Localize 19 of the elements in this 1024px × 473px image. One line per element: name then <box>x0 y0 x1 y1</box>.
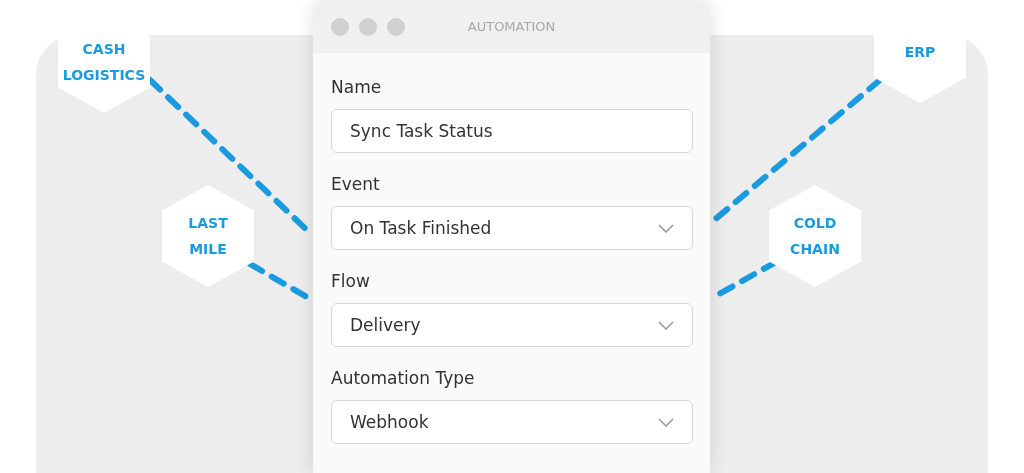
window-control-icon[interactable] <box>359 17 377 36</box>
field-label: Flow <box>331 271 370 291</box>
input-field[interactable]: Sync Task Status <box>331 109 693 153</box>
chevron-down-icon <box>658 320 674 330</box>
chevron-down-icon <box>658 417 674 427</box>
field-label: Name <box>331 77 382 97</box>
dropdown-field[interactable]: On Task Finished <box>331 206 693 250</box>
window-control-icon[interactable] <box>387 17 405 36</box>
node-label: ERP <box>904 43 936 62</box>
window-control-icon[interactable] <box>331 17 349 36</box>
field-label: Automation Type <box>331 368 475 388</box>
chevron-down-icon <box>658 223 674 233</box>
dropdown-field[interactable]: Delivery <box>331 303 693 347</box>
dropdown-field[interactable]: Webhook <box>331 400 693 444</box>
window-title: AUTOMATION <box>466 19 557 34</box>
node-label: COLD CHAIN <box>790 214 840 259</box>
node-label: LAST MILE <box>188 214 228 259</box>
field-label: Event <box>331 174 380 194</box>
node-label: CASH LOGISTICS <box>62 40 146 85</box>
